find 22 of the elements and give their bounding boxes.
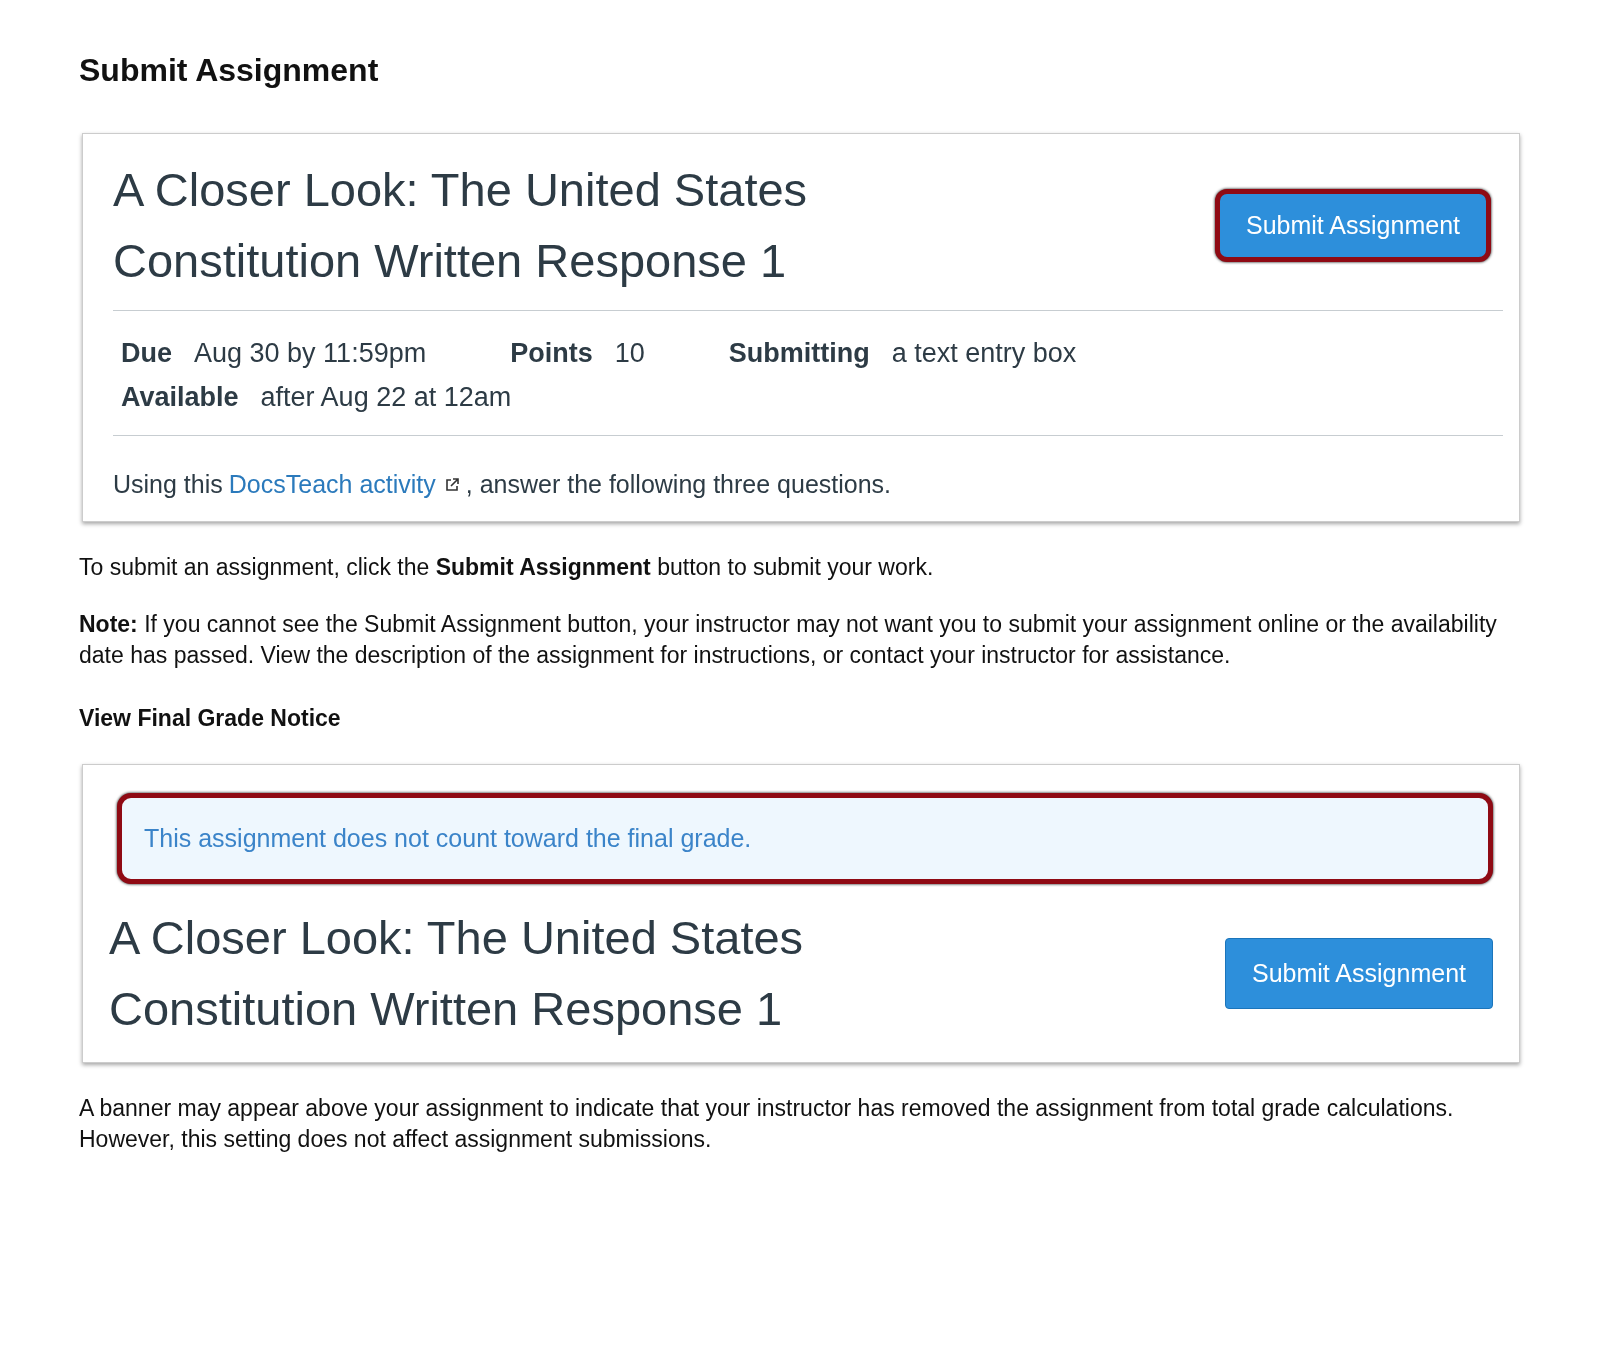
paragraph: Note: If you cannot see the Submit Assignment button, your instructor may not want you to submit your assignment online or the availability date has passed. View the description of the assignment for instructions, or contact your instructor for assistance. xyxy=(79,610,1498,670)
description-text: , answer the following three questions. xyxy=(465,470,892,499)
detail-label: Points xyxy=(510,337,593,370)
detail-value: 10 xyxy=(614,337,645,370)
external-link-icon xyxy=(443,476,460,493)
section-heading: View Final Grade Notice xyxy=(79,705,342,732)
description-text: Using this xyxy=(113,470,223,499)
detail-value: after Aug 22 at 12am xyxy=(260,381,512,414)
detail-label: Available xyxy=(121,381,239,414)
grade-notice-banner: This assignment does not count toward the final grade. xyxy=(117,793,1493,884)
detail-label: Submitting xyxy=(728,337,870,370)
assignment-title: A Closer Look: The United States Constitution Written Response 1 xyxy=(113,162,808,289)
page-heading: Submit Assignment xyxy=(79,52,380,89)
assignment-title: A Closer Look: The United States Constitution Written Response 1 xyxy=(109,910,804,1037)
submit-assignment-button[interactable]: Submit Assignment xyxy=(1225,937,1493,1009)
detail-value: Aug 30 by 11:59pm xyxy=(194,337,427,370)
docsteach-link[interactable]: DocsTeach activity xyxy=(228,470,436,499)
submit-assignment-button[interactable]: Submit Assignment xyxy=(1215,188,1491,262)
paragraph: To submit an assignment, click the Submit Assignment button to submit your work. xyxy=(79,553,935,582)
paragraph: A banner may appear above your assignment to indicate that your instructor has removed the assignment from total grade calculations. However, this setting does not affect assignment submissions. xyxy=(79,1094,1455,1154)
detail-label: Due xyxy=(121,337,172,370)
detail-value: a text entry box xyxy=(891,337,1077,370)
